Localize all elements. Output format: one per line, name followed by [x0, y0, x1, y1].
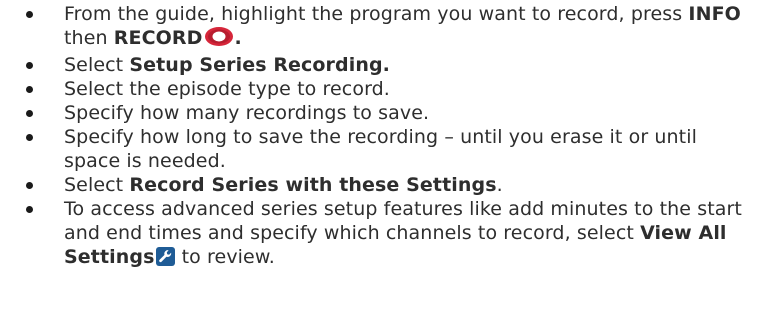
record-series-label: Record Series with these Settings: [129, 174, 497, 196]
bullet: [26, 86, 33, 93]
step-text: to review.: [175, 246, 275, 268]
step-2: Select Setup Series Recording.: [0, 53, 769, 77]
bullet: [26, 182, 33, 189]
bullet: [26, 206, 33, 213]
step-text: Select: [64, 174, 130, 196]
step-text: Specify how many recordings to save.: [64, 102, 430, 124]
step-text: From the guide, highlight the program yo…: [64, 3, 689, 25]
setup-series-recording-label: Setup Series Recording.: [129, 54, 390, 76]
wrench-icon: [156, 247, 176, 272]
step-5: Specify how long to save the recording –…: [0, 125, 769, 173]
step-text: Select: [64, 54, 130, 76]
step-text: then: [64, 27, 114, 49]
bullet: [26, 134, 33, 141]
bullet: [26, 110, 33, 117]
step-7: To access advanced series setup features…: [0, 197, 769, 272]
instruction-list: From the guide, highlight the program yo…: [0, 0, 769, 272]
step-3: Select the episode type to record.: [0, 77, 769, 101]
bullet: [26, 11, 33, 18]
step-text: Select the episode type to record.: [64, 78, 390, 100]
bullet: [26, 62, 33, 69]
step-text: .: [234, 27, 242, 49]
step-4: Specify how many recordings to save.: [0, 101, 769, 125]
step-text: Specify how long to save the recording –…: [64, 126, 697, 172]
record-button-label: RECORD: [113, 27, 203, 49]
step-text: .: [496, 174, 503, 196]
info-button-label: INFO: [688, 3, 741, 25]
step-1: From the guide, highlight the program yo…: [0, 2, 769, 53]
step-6: Select Record Series with these Settings…: [0, 173, 769, 197]
record-icon: [204, 26, 234, 53]
